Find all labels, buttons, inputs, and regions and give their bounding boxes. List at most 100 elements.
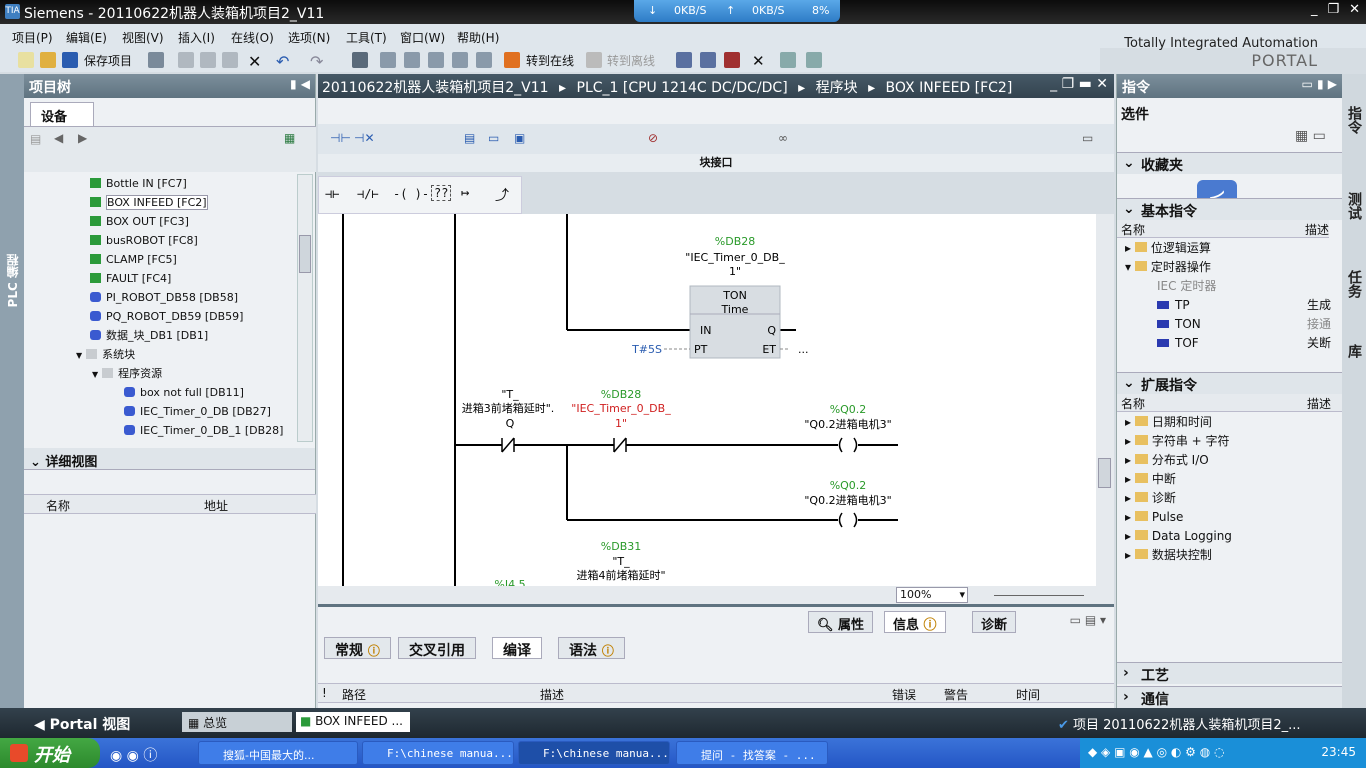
rstrip-instructions-tab[interactable]: 指令 [1344, 106, 1364, 134]
split-horizontal-icon[interactable] [780, 52, 796, 68]
copy-icon[interactable] [200, 52, 216, 68]
comm-section[interactable]: › 通信 [1117, 686, 1343, 708]
undo-icon[interactable]: ↶ [276, 52, 292, 71]
breadcrumb-project[interactable]: 20110622机器人装箱机项目2_V11 [322, 80, 549, 96]
empty-box-icon[interactable]: ?? [431, 185, 452, 201]
menu-window[interactable]: 窗口(W) [400, 29, 445, 46]
rstrip-test-tab[interactable]: 测试 [1344, 192, 1364, 220]
zoom-slider[interactable] [994, 595, 1084, 596]
ext-item[interactable]: ▸ 诊断 [1125, 489, 1176, 508]
ext-item[interactable]: ▸ 字符串 + 字符 [1125, 432, 1230, 451]
ext-item[interactable]: ▸ 数据块控制 [1125, 546, 1212, 565]
ext-item[interactable]: ▸ Pulse [1125, 508, 1183, 527]
delete-network-icon[interactable]: ⊣✕ [354, 131, 375, 145]
minimize-icon[interactable]: _ [1311, 2, 1318, 17]
view-toggle-icons[interactable]: ▦ ▭ [1295, 128, 1326, 144]
close-branch-icon[interactable]: ⤴ [495, 185, 509, 205]
tree-item[interactable]: PI_ROBOT_DB58 [DB58] [24, 288, 292, 307]
details-view-header[interactable]: ⌄ 详细视图 [24, 448, 315, 470]
close-editor-icon[interactable]: ✕ [752, 52, 768, 70]
breadcrumb-plc[interactable]: PLC_1 [CPU 1214C DC/DC/DC] [577, 80, 788, 96]
devices-tab[interactable]: 设备 [30, 102, 94, 126]
rstrip-library-tab[interactable]: 库 [1344, 344, 1364, 358]
split-vertical-icon[interactable] [806, 52, 822, 68]
collapse-arrow-icon[interactable]: ▼ [92, 370, 98, 379]
back-icon[interactable]: ◀ [54, 131, 63, 145]
tree-item[interactable]: IEC_Timer_0_DB [DB27] [24, 402, 292, 421]
nc-contact-icon[interactable]: ⊣/⊢ [357, 187, 379, 201]
ext-item[interactable]: ▸ Data Logging [1125, 527, 1232, 546]
quicklaunch-icons[interactable]: ◉ ◉ ⓘ [110, 745, 157, 765]
task-browser-2[interactable]: 提问 - 找答案 - ... [676, 741, 828, 765]
task-folder-2[interactable]: F:\chinese manua... [518, 741, 670, 765]
delete-icon[interactable]: ✕ [248, 52, 264, 71]
breakpoint-icon[interactable]: ⊘ [648, 131, 658, 145]
comments-icon[interactable]: ▭ [488, 131, 499, 145]
accessible-devices-icon[interactable] [676, 52, 692, 68]
open-project-icon[interactable] [40, 52, 56, 68]
menu-insert[interactable]: 插入(I) [178, 29, 215, 46]
menu-options[interactable]: 选项(N) [288, 29, 330, 46]
coil-icon[interactable]: -( )- [393, 187, 429, 201]
instr-tp[interactable]: TP [1157, 296, 1190, 315]
ext-item[interactable]: ▸ 日期和时间 [1125, 413, 1212, 432]
panel-icons[interactable]: ▭ ▮ ▶ [1301, 77, 1337, 91]
zoom-select[interactable]: 100% ▾ [896, 587, 968, 603]
tree-item[interactable]: FAULT [FC4] [24, 269, 292, 288]
menu-tools[interactable]: 工具(T) [346, 29, 387, 46]
tree-item[interactable]: ▼ 程序资源 [24, 364, 292, 383]
new-group-icon[interactable]: ▤ [30, 132, 41, 146]
layout-icon[interactable]: ▭ [1082, 131, 1093, 145]
glasses-icon[interactable]: ∞ [778, 131, 788, 145]
inspector-window-icons[interactable]: ▭ ▤ ▾ [1070, 613, 1106, 627]
portal-view-button[interactable]: ◀ Portal 视图 [34, 714, 130, 734]
start-button[interactable]: 开始 [0, 738, 100, 768]
scroll-thumb[interactable] [299, 235, 311, 273]
no-contact-icon[interactable]: ⊣⊢ [325, 187, 339, 201]
save-icon[interactable] [62, 52, 78, 68]
tree-scrollbar[interactable] [297, 174, 313, 442]
rstrip-tasks-tab[interactable]: 任务 [1344, 270, 1364, 298]
restore-icon[interactable]: ❐ [1327, 2, 1339, 17]
canvas-vscrollbar[interactable] [1096, 214, 1114, 586]
new-project-icon[interactable] [18, 52, 34, 68]
tree-item[interactable]: Bottle IN [FC7] [24, 174, 292, 193]
memory-reset-icon[interactable] [724, 52, 740, 68]
task-folder-1[interactable]: F:\chinese manua... [362, 741, 514, 765]
tree-item[interactable]: BOX INFEED [FC2] [24, 193, 292, 212]
menu-view[interactable]: 视图(V) [122, 29, 164, 46]
tree-settings-icon[interactable]: ▦ [284, 131, 295, 145]
overview-button[interactable]: ▦ 总览 [182, 712, 292, 732]
tree-item[interactable]: 数据_块_DB1 [DB1] [24, 326, 292, 345]
download-icon[interactable] [380, 52, 396, 68]
menu-online[interactable]: 在线(O) [231, 29, 274, 46]
basic-instr-section[interactable]: ⌄ 基本指令 [1117, 198, 1343, 220]
open-branch-icon[interactable]: ↦ [461, 185, 469, 201]
ext-item[interactable]: ▸ 中断 [1125, 470, 1176, 489]
tree-item[interactable]: busROBOT [FC8] [24, 231, 292, 250]
instr-tof[interactable]: TOF [1157, 334, 1199, 353]
monitor-icon[interactable]: ▣ [514, 131, 525, 145]
instr-ton[interactable]: TON [1157, 315, 1201, 334]
et-value[interactable]: ... [798, 343, 809, 356]
syntax-tab[interactable]: 语法 ⓘ [558, 637, 625, 659]
block-interface-bar[interactable]: 块接口 [318, 154, 1114, 172]
forward-icon[interactable]: ▶ [78, 131, 87, 145]
favorites-section[interactable]: ⌄ 收藏夹 [1117, 152, 1343, 174]
task-browser[interactable]: 搜狐-中国最大的... [198, 741, 358, 765]
menu-help[interactable]: 帮助(H) [457, 29, 499, 46]
go-online-button[interactable]: 转到在线 [526, 52, 574, 69]
menu-edit[interactable]: 编辑(E) [66, 29, 107, 46]
go-offline-button[interactable]: 转到离线 [607, 52, 655, 69]
ext-instr-section[interactable]: ⌄ 扩展指令 [1117, 372, 1343, 394]
breadcrumb-blocks[interactable]: 程序块 [816, 80, 858, 96]
tech-section[interactable]: › 工艺 [1117, 662, 1343, 684]
properties-tab[interactable]: 🔍︎ 属性 [808, 611, 874, 633]
editor-window-controls[interactable]: _ ❐ ▬ ✕ [1050, 76, 1108, 92]
insert-network-icon[interactable]: ⊣⊢ [330, 131, 351, 145]
start-cpu-icon[interactable] [452, 52, 468, 68]
compile-tab[interactable]: 编译 [492, 637, 542, 659]
menu-project[interactable]: 项目(P) [12, 29, 53, 46]
scroll-thumb[interactable] [1098, 458, 1111, 488]
instr-timers[interactable]: ▾ 定时器操作 [1125, 258, 1211, 277]
